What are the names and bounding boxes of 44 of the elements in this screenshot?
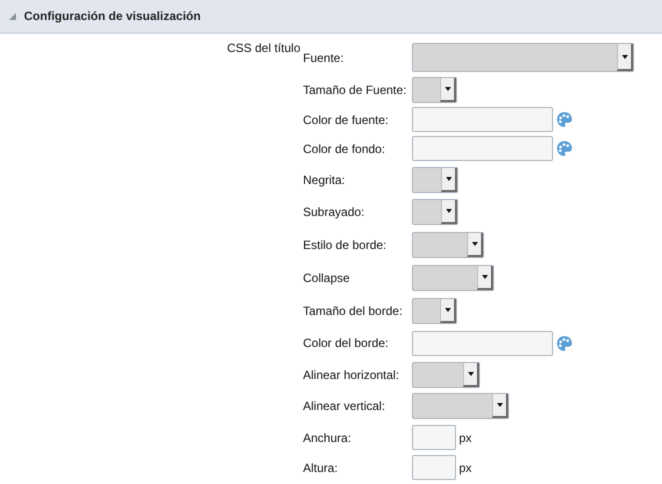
dropdown[interactable] bbox=[412, 76, 457, 102]
field-label: Fuente: bbox=[303, 50, 345, 64]
field-label: Anchura: bbox=[303, 430, 352, 444]
field-label: Estilo de borde: bbox=[303, 238, 388, 252]
dropdown[interactable] bbox=[412, 264, 494, 290]
caret-icon bbox=[468, 372, 474, 376]
field-label: Color de fuente: bbox=[303, 112, 390, 126]
caret-icon bbox=[482, 274, 488, 278]
color-input-field[interactable] bbox=[412, 107, 553, 132]
unit-label: px bbox=[459, 430, 472, 444]
size-input-field[interactable] bbox=[412, 455, 456, 480]
dropdown[interactable] bbox=[412, 393, 509, 419]
caret-icon bbox=[444, 308, 450, 312]
dropdown[interactable] bbox=[412, 199, 458, 225]
color-input-field[interactable] bbox=[412, 136, 553, 161]
field-label: Subrayado: bbox=[303, 205, 366, 219]
unit-label: px bbox=[459, 460, 472, 474]
color-input-field[interactable] bbox=[412, 330, 553, 356]
caret-icon bbox=[622, 54, 628, 58]
field-label: Color del borde: bbox=[303, 336, 390, 350]
caret-icon bbox=[446, 176, 452, 180]
palette-icon[interactable] bbox=[556, 140, 573, 157]
group-label: CSS del título bbox=[227, 41, 300, 55]
field-label: Negrita: bbox=[303, 172, 346, 186]
field-label: Altura: bbox=[303, 460, 339, 474]
field-label: Collapse bbox=[303, 270, 351, 284]
caret-icon bbox=[444, 86, 450, 90]
size-input-field[interactable] bbox=[412, 425, 456, 450]
palette-icon[interactable] bbox=[556, 334, 573, 352]
section-header[interactable]: Configuración de visualización bbox=[0, 0, 662, 34]
dropdown[interactable] bbox=[412, 298, 457, 324]
field-label: Alinear vertical: bbox=[303, 399, 386, 413]
field-label: Tamaño del borde: bbox=[303, 304, 404, 318]
section-title: Configuración de visualización bbox=[24, 9, 201, 23]
caret-icon bbox=[446, 209, 452, 213]
field-label: Color de fondo: bbox=[303, 142, 386, 156]
field-label: Alinear horizontal: bbox=[303, 368, 400, 382]
palette-icon[interactable] bbox=[556, 111, 573, 128]
caret-icon bbox=[472, 242, 478, 246]
dropdown[interactable] bbox=[412, 166, 458, 192]
dropdown[interactable] bbox=[412, 232, 484, 258]
dropdown[interactable] bbox=[412, 362, 480, 388]
caret-icon bbox=[496, 403, 502, 407]
field-label: Tamaño de Fuente: bbox=[303, 82, 408, 96]
